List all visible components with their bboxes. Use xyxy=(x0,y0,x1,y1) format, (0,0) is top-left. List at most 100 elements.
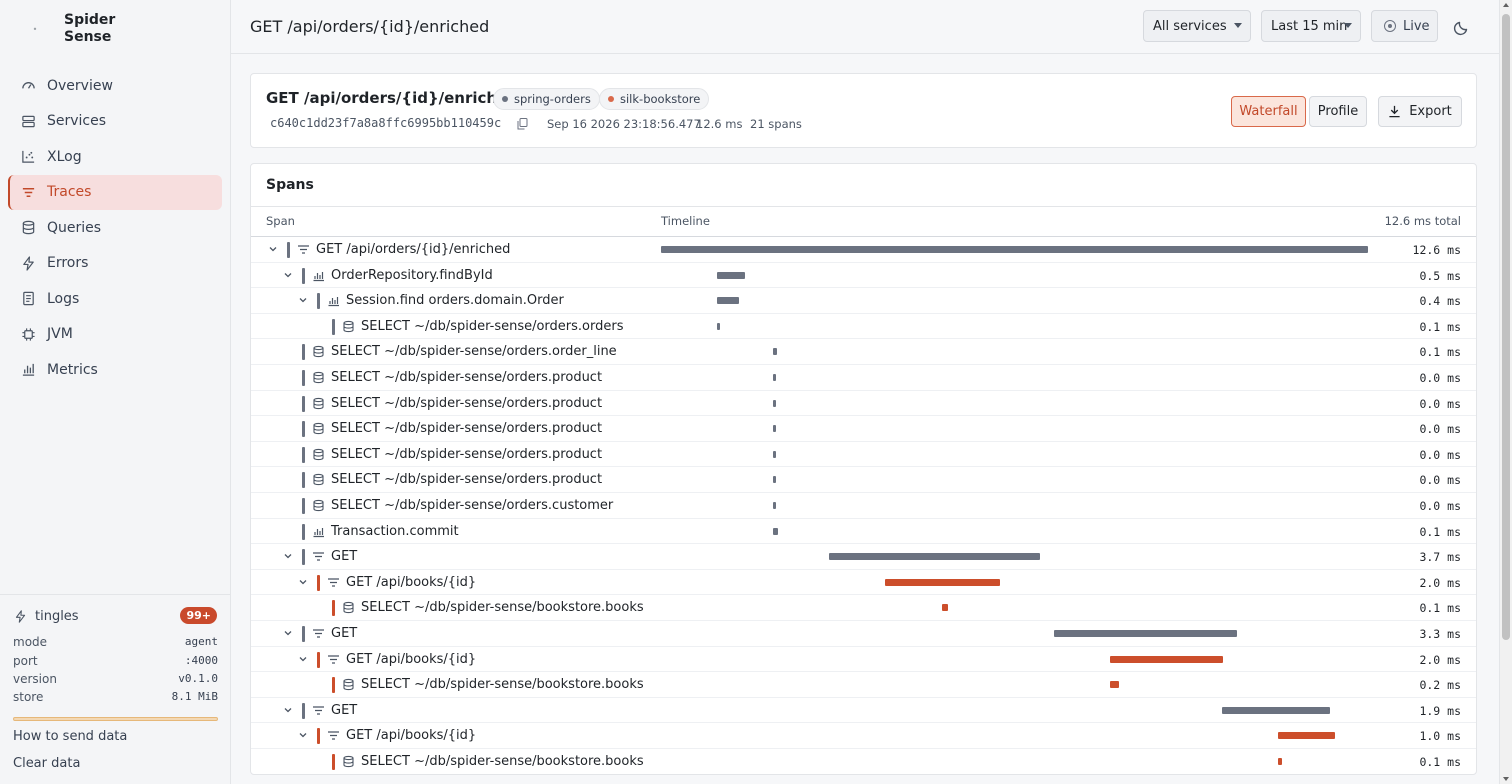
service-tag[interactable]: silk-bookstore xyxy=(599,88,710,110)
span-name: SELECT ~/db/spider-sense/orders.product xyxy=(331,446,603,462)
timeline-bar[interactable] xyxy=(661,246,1368,253)
timeline-bar[interactable] xyxy=(1222,706,1330,714)
scroll-down-icon[interactable] xyxy=(1503,777,1509,781)
trace-title: GET /api/orders/{id}/enriched xyxy=(266,89,518,107)
chevron-down-icon[interactable] xyxy=(298,654,308,664)
chevron-down-icon[interactable] xyxy=(268,244,278,254)
span-row[interactable]: GET 3.3 ms xyxy=(251,621,1476,647)
timeline-bar[interactable] xyxy=(773,502,777,509)
timeline-bar[interactable] xyxy=(941,604,949,612)
chevron-down-icon[interactable] xyxy=(298,730,308,740)
chevron-down-icon[interactable] xyxy=(298,295,308,305)
span-name: SELECT ~/db/spider-sense/bookstore.books xyxy=(361,677,644,693)
timeline-bar[interactable] xyxy=(717,271,746,279)
timeline-bar[interactable] xyxy=(1109,681,1119,689)
span-row[interactable]: SELECT ~/db/spider-sense/orders.product 0… xyxy=(251,416,1476,442)
scroll-thumb[interactable] xyxy=(1502,14,1510,640)
sidebar-item-queries[interactable]: Queries xyxy=(8,210,222,246)
export-button[interactable]: Export xyxy=(1378,96,1462,127)
sidebar-item-services[interactable]: Services xyxy=(8,104,222,140)
database-icon xyxy=(313,346,324,358)
brand-name: Spider Sense xyxy=(64,12,116,45)
span-row[interactable]: SELECT ~/db/spider-sense/orders.customer… xyxy=(251,493,1476,519)
timeline-bar[interactable] xyxy=(773,374,777,381)
chevron-down-icon[interactable] xyxy=(298,577,308,587)
timeline-bar[interactable] xyxy=(773,399,777,407)
span-row[interactable]: GET /api/books/{id} 2.0 ms xyxy=(251,570,1476,596)
span-row[interactable]: SELECT ~/db/spider-sense/orders.product 0… xyxy=(251,391,1476,417)
service-color-bar xyxy=(302,267,305,284)
span-duration: 0.5 ms xyxy=(1419,268,1461,283)
timeline-bar[interactable] xyxy=(885,578,1000,586)
service-color-bar xyxy=(287,242,290,258)
sidebar-item-jvm[interactable]: JVM xyxy=(8,317,222,353)
timeline-bar[interactable] xyxy=(773,348,778,356)
service-color-bar xyxy=(302,472,305,489)
span-row[interactable]: OrderRepository.findById 0.5 ms xyxy=(251,263,1476,289)
span-row[interactable]: GET /api/books/{id} 2.0 ms xyxy=(251,647,1476,673)
sidebar-item-logs[interactable]: Logs xyxy=(8,281,222,317)
timeline-bar[interactable] xyxy=(1109,655,1224,663)
sidebar-item-label: XLog xyxy=(47,148,82,165)
time-range-select[interactable]: Last 15 min xyxy=(1261,10,1361,42)
agent-status[interactable]: tingles xyxy=(14,609,79,624)
copy-icon[interactable] xyxy=(517,118,528,130)
span-duration: 2.0 ms xyxy=(1419,652,1461,667)
timeline-bar[interactable] xyxy=(773,425,777,433)
span-row[interactable]: SELECT ~/db/spider-sense/orders.product 0… xyxy=(251,365,1476,391)
notification-badge[interactable]: 99+ xyxy=(180,607,217,624)
service-color-bar xyxy=(332,677,335,694)
span-row[interactable]: GET 3.7 ms xyxy=(251,544,1476,570)
sidebar-item-traces[interactable]: Traces xyxy=(8,174,222,210)
sidebar-item-errors[interactable]: Errors xyxy=(8,246,222,282)
timeline-bar[interactable] xyxy=(717,297,740,305)
span-row[interactable]: SELECT ~/db/spider-sense/bookstore.books… xyxy=(251,595,1476,621)
span-row[interactable]: Transaction.commit 0.1 ms xyxy=(251,519,1476,545)
span-name: SELECT ~/db/spider-sense/orders.product xyxy=(331,472,603,488)
info-value: v0.1.0 xyxy=(178,672,218,685)
timeline-bar[interactable] xyxy=(829,553,1040,561)
timeline-bar[interactable] xyxy=(717,322,721,330)
span-row[interactable]: SELECT ~/db/spider-sense/bookstore.books… xyxy=(251,749,1476,774)
store-usage-bar xyxy=(13,717,218,721)
info-key: store xyxy=(13,690,44,704)
span-duration: 1.9 ms xyxy=(1419,703,1461,718)
chevron-down-icon[interactable] xyxy=(283,270,293,280)
service-select[interactable]: All services xyxy=(1143,10,1251,42)
sidebar-item-xlog[interactable]: XLog xyxy=(8,139,222,175)
span-duration: 0.4 ms xyxy=(1419,294,1461,309)
timeline-bar[interactable] xyxy=(773,527,778,535)
waterfall-button[interactable]: Waterfall xyxy=(1231,96,1306,127)
brand[interactable]: • Spider Sense xyxy=(20,12,124,46)
chevron-down-icon[interactable] xyxy=(283,628,293,638)
clear-data-link[interactable]: Clear data xyxy=(13,756,80,771)
span-row[interactable]: GET /api/books/{id} 1.0 ms xyxy=(251,723,1476,749)
timeline-bar[interactable] xyxy=(773,476,777,484)
scroll-up-icon[interactable] xyxy=(1503,3,1509,7)
live-toggle[interactable]: Live xyxy=(1371,10,1438,42)
timeline-bar[interactable] xyxy=(1053,630,1238,637)
span-name: SELECT ~/db/spider-sense/bookstore.books xyxy=(361,600,644,616)
span-row[interactable]: SELECT ~/db/spider-sense/orders.orders 0.… xyxy=(251,314,1476,340)
service-tag[interactable]: spring-orders xyxy=(493,88,600,110)
page-scrollbar[interactable] xyxy=(1499,0,1512,784)
chevron-down-icon xyxy=(1344,23,1352,28)
span-row[interactable]: SELECT ~/db/spider-sense/bookstore.books… xyxy=(251,672,1476,698)
span-row[interactable]: Session.find orders.domain.Order 0.4 ms xyxy=(251,288,1476,314)
timeline-bar[interactable] xyxy=(1278,732,1336,740)
timeline-bar[interactable] xyxy=(1278,758,1283,765)
chevron-down-icon[interactable] xyxy=(283,551,293,561)
timeline-bar[interactable] xyxy=(773,450,777,458)
sidebar-item-overview[interactable]: Overview xyxy=(8,68,222,104)
span-row[interactable]: GET 1.9 ms xyxy=(251,698,1476,724)
span-row[interactable]: SELECT ~/db/spider-sense/orders.order_li… xyxy=(251,339,1476,365)
how-to-send-data-link[interactable]: How to send data xyxy=(13,729,127,744)
span-row[interactable]: GET /api/orders/{id}/enriched 12.6 ms xyxy=(251,237,1476,263)
chevron-down-icon[interactable] xyxy=(283,705,293,715)
sidebar-item-metrics[interactable]: Metrics xyxy=(8,352,222,388)
service-color-bar xyxy=(317,574,320,591)
span-row[interactable]: SELECT ~/db/spider-sense/orders.product 0… xyxy=(251,442,1476,468)
profile-button[interactable]: Profile xyxy=(1309,96,1367,127)
moon-icon[interactable] xyxy=(1453,18,1471,36)
span-row[interactable]: SELECT ~/db/spider-sense/orders.product 0… xyxy=(251,467,1476,493)
